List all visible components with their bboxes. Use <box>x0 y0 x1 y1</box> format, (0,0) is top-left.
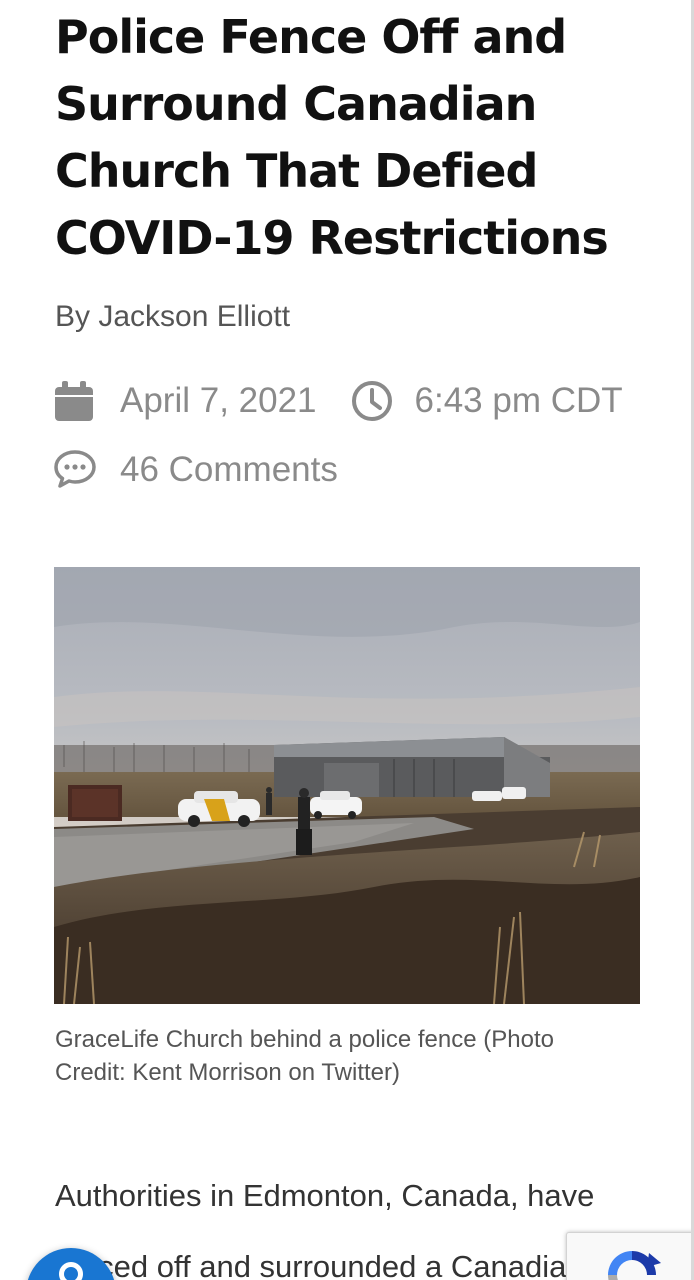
article-body-paragraph: Authorities in Edmonton, Canada, have fe… <box>55 1178 595 1280</box>
article-byline[interactable]: By Jackson Elliott <box>55 300 290 334</box>
article-title: Police Fence Off and Surround Canadian C… <box>55 10 609 265</box>
article-meta-date-row: April 7, 2021 6:43 pm CDT <box>54 380 623 422</box>
calendar-icon <box>54 380 94 422</box>
photo-caption: GraceLife Church behind a police fence (… <box>55 1026 554 1086</box>
article-comments-link[interactable]: 46 Comments <box>120 450 338 490</box>
recaptcha-badge[interactable] <box>566 1232 694 1280</box>
article-time: 6:43 pm CDT <box>414 381 623 420</box>
article-meta-comments-row[interactable]: 46 Comments <box>54 449 338 491</box>
article-photo <box>54 567 640 1004</box>
clock-icon <box>351 380 392 422</box>
recaptcha-icon <box>597 1245 667 1280</box>
speech-bubble-icon <box>54 449 96 491</box>
accessibility-button-icon <box>59 1262 83 1280</box>
article-page: Police Fence Off and Surround Canadian C… <box>0 0 694 1280</box>
article-date: April 7, 2021 <box>120 381 317 420</box>
